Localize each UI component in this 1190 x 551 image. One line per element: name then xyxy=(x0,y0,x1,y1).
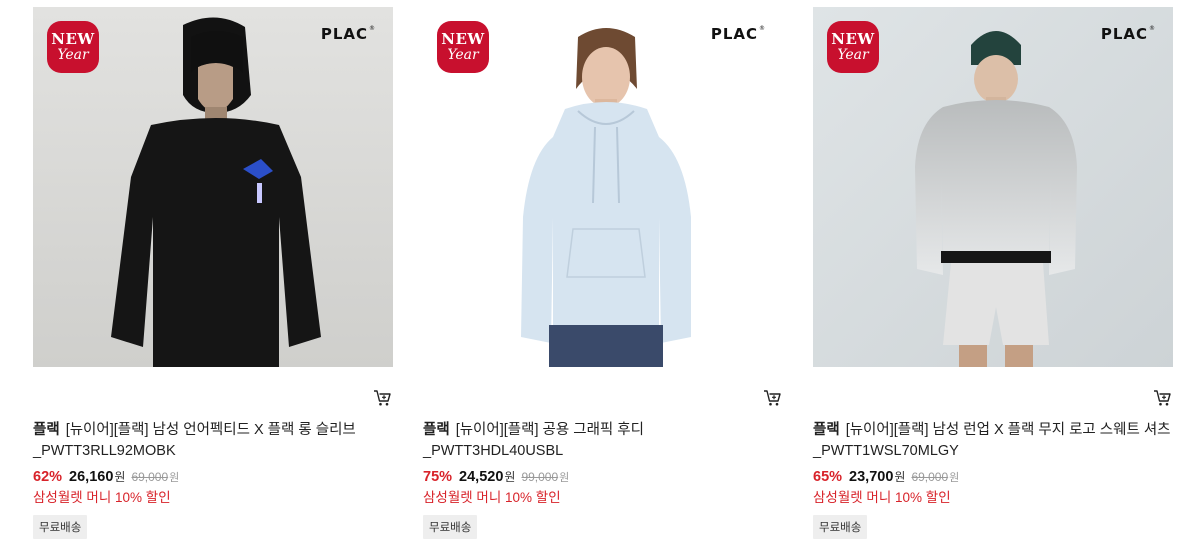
original-currency-label: 원 xyxy=(559,472,570,484)
original-price: 69,000 xyxy=(131,470,169,484)
currency-label: 원 xyxy=(504,470,516,484)
product-name: [뉴이어][플랙] 남성 런업 X 플랙 무지 로고 스웨트 셔츠_PWTT1W… xyxy=(813,422,1171,459)
promo-text: 삼성월렛 머니 10% 할인 xyxy=(33,490,171,505)
sale-price: 24,520 xyxy=(459,469,504,485)
free-shipping-tag: 무료배송 xyxy=(33,515,88,539)
currency-label: 원 xyxy=(894,470,906,484)
discount-rate: 62% xyxy=(33,469,63,485)
product-image[interactable]: NEW Year PLAC® xyxy=(813,7,1173,367)
product-card: NEW Year PLAC® 플랙 [뉴이어][플랙] 공용 그래픽 후디 _PW… xyxy=(423,7,783,547)
original-price: 99,000 xyxy=(521,470,559,484)
brand-name: 플랙 xyxy=(423,422,450,438)
promo-text: 삼성월렛 머니 10% 할인 xyxy=(423,490,561,505)
price-row: 62% 26,160 원 69,000 원 xyxy=(33,468,179,488)
product-card: NEW Year PLAC® 플랙 [뉴이어][플랙] 남성 언어펙티드 X 플랙… xyxy=(33,7,393,547)
new-year-badge: NEW Year xyxy=(827,21,879,73)
sale-price: 23,700 xyxy=(849,469,894,485)
cart-icon[interactable] xyxy=(1153,389,1171,407)
brand-name: 플랙 xyxy=(813,422,840,438)
free-shipping-tag: 무료배송 xyxy=(813,515,868,539)
product-image[interactable]: NEW Year PLAC® xyxy=(33,7,393,367)
price-row: 75% 24,520 원 99,000 원 xyxy=(423,468,569,488)
discount-rate: 65% xyxy=(813,469,843,485)
original-price: 69,000 xyxy=(911,470,949,484)
product-card: NEW Year PLAC® 플랙 [뉴이어][플랙] 남성 런업 X 플랙 무지… xyxy=(813,7,1173,547)
cart-icon[interactable] xyxy=(373,389,391,407)
cart-icon[interactable] xyxy=(763,389,781,407)
sale-price: 26,160 xyxy=(69,469,114,485)
product-title[interactable]: 플랙 [뉴이어][플랙] 남성 언어펙티드 X 플랙 롱 슬리브 _PWTT3RL… xyxy=(33,420,393,462)
new-year-badge: NEW Year xyxy=(47,21,99,73)
price-row: 65% 23,700 원 69,000 원 xyxy=(813,468,959,488)
brand-logo: PLAC® xyxy=(710,25,766,43)
new-year-badge: NEW Year xyxy=(437,21,489,73)
brand-logo: PLAC® xyxy=(1100,25,1156,43)
original-currency-label: 원 xyxy=(169,472,180,484)
product-image[interactable]: NEW Year PLAC® xyxy=(423,7,783,367)
promo-text: 삼성월렛 머니 10% 할인 xyxy=(813,490,951,505)
product-title[interactable]: 플랙 [뉴이어][플랙] 공용 그래픽 후디 _PWTT3HDL40USBL xyxy=(423,420,783,462)
currency-label: 원 xyxy=(114,470,126,484)
product-name: [뉴이어][플랙] 남성 언어펙티드 X 플랙 롱 슬리브 _PWTT3RLL9… xyxy=(33,422,356,459)
product-name: [뉴이어][플랙] 공용 그래픽 후디 _PWTT3HDL40USBL xyxy=(423,422,644,459)
product-title[interactable]: 플랙 [뉴이어][플랙] 남성 런업 X 플랙 무지 로고 스웨트 셔츠_PWTT… xyxy=(813,420,1173,462)
discount-rate: 75% xyxy=(423,469,453,485)
brand-name: 플랙 xyxy=(33,422,60,438)
brand-logo: PLAC® xyxy=(320,25,376,43)
free-shipping-tag: 무료배송 xyxy=(423,515,478,539)
original-currency-label: 원 xyxy=(949,472,960,484)
